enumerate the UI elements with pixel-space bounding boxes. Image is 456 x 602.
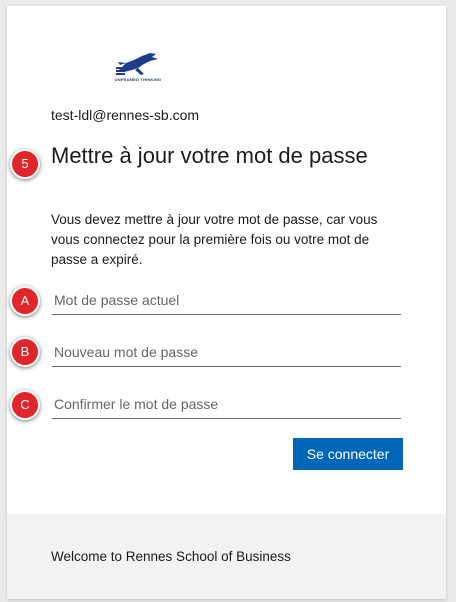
signin-card: UNFRAMED THINKING test-ldl@rennes-sb.com… bbox=[7, 6, 446, 599]
sign-in-button[interactable]: Se connecter bbox=[293, 438, 403, 470]
page-title: Mettre à jour votre mot de passe bbox=[51, 143, 368, 168]
step-marker-5: 5 bbox=[10, 149, 40, 179]
confirm-password-input[interactable] bbox=[52, 389, 401, 419]
step-marker-b: B bbox=[10, 337, 40, 367]
logo-tagline: UNFRAMED THINKING bbox=[114, 77, 162, 82]
rennes-sb-logo: UNFRAMED THINKING bbox=[108, 51, 168, 87]
account-email: test-ldl@rennes-sb.com bbox=[51, 107, 200, 123]
footer-welcome-text: Welcome to Rennes School of Business bbox=[51, 549, 291, 564]
step-marker-c: C bbox=[10, 390, 40, 420]
leaping-horse-icon bbox=[116, 53, 158, 75]
current-password-input[interactable] bbox=[52, 285, 401, 315]
page-description: Vous devez mettre à jour votre mot de pa… bbox=[51, 212, 378, 267]
footer: Welcome to Rennes School of Business bbox=[7, 514, 446, 599]
step-marker-a: A bbox=[10, 286, 40, 316]
new-password-input[interactable] bbox=[52, 337, 401, 367]
